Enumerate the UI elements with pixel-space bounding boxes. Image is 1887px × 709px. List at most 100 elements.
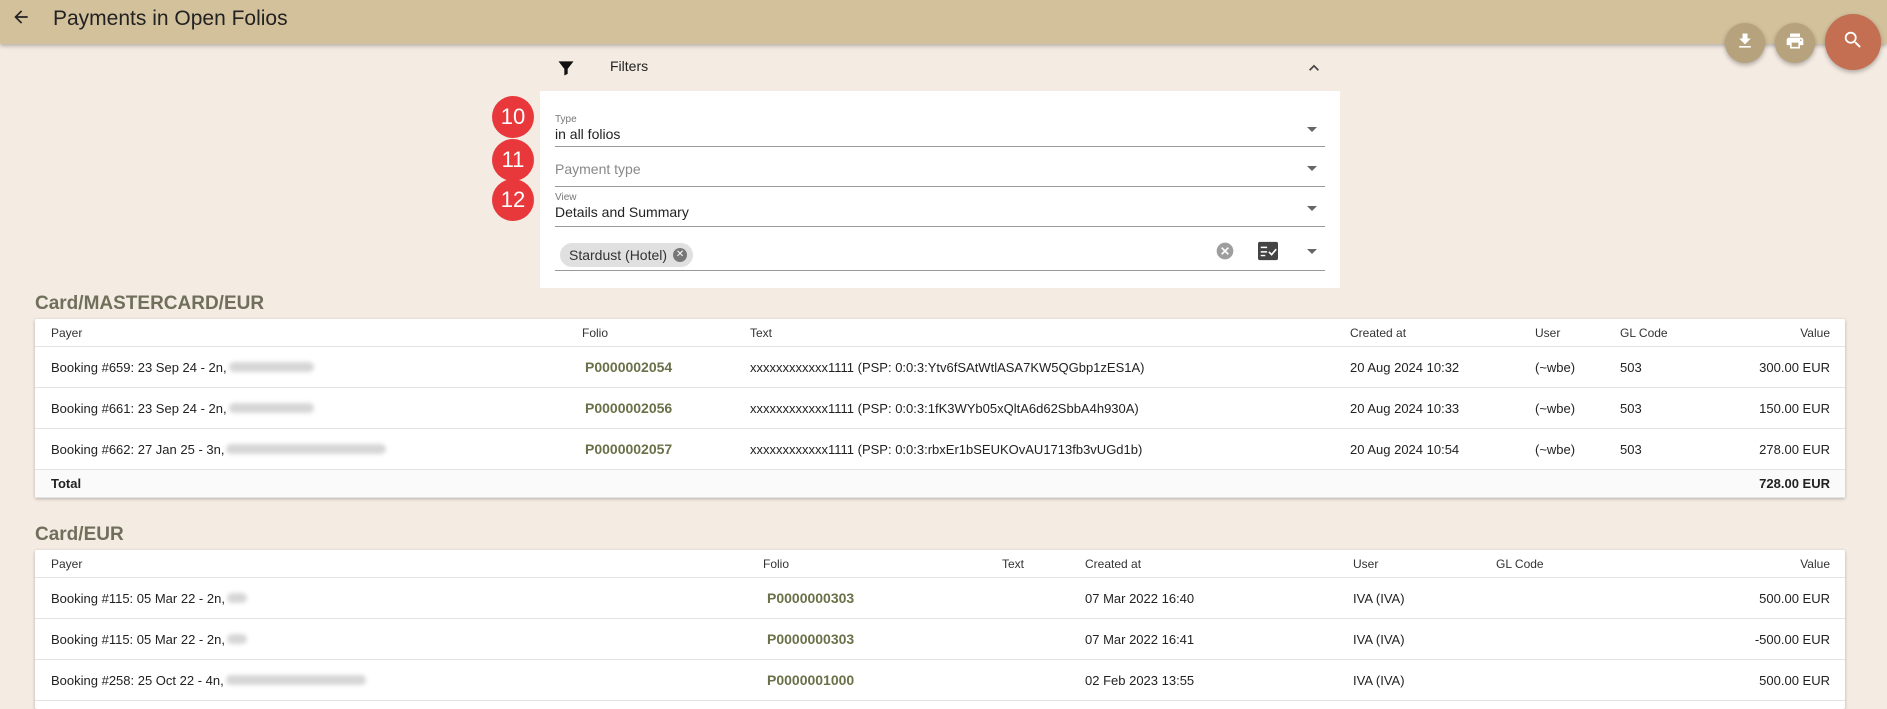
created-cell: 20 Aug 2024 10:32 xyxy=(1350,359,1460,375)
created-cell: 07 Mar 2022 16:41 xyxy=(1085,631,1195,647)
column-header-value[interactable]: Value xyxy=(1800,319,1830,346)
table-row[interactable]: Booking #115: 05 Mar 22 - 2n, P000000030… xyxy=(35,619,1845,660)
text-cell: xxxxxxxxxxxx1111 (PSP: 0:0:3:rbxEr1bSEUK… xyxy=(750,441,1143,457)
created-cell: 20 Aug 2024 10:33 xyxy=(1350,400,1460,416)
folio-link[interactable]: P0000002057 xyxy=(585,441,672,457)
gl-cell: 503 xyxy=(1620,400,1642,416)
total-label: Total xyxy=(51,476,82,491)
text-cell: xxxxxxxxxxxx1111 (PSP: 0:0:3:Ytv6fSAtWtl… xyxy=(750,359,1145,375)
payer-cell: Booking #661: 23 Sep 24 - 2n, xyxy=(51,388,314,428)
filters-header[interactable]: Filters xyxy=(540,50,1340,90)
total-value: 728.00 EUR xyxy=(1759,476,1830,491)
column-header-text[interactable]: Text xyxy=(750,319,772,346)
column-header-user[interactable]: User xyxy=(1535,319,1560,346)
step-badge: 12 xyxy=(492,179,534,221)
payer-cell: Booking #659: 23 Sep 24 - 2n, xyxy=(51,347,314,387)
user-cell: (~wbe) xyxy=(1535,400,1576,416)
payer-cell: Booking #115: 05 Mar 22 - 2n, xyxy=(51,619,247,659)
caret-down-icon xyxy=(1307,166,1317,171)
column-header-gl-code[interactable]: GL Code xyxy=(1496,550,1544,577)
property-chip[interactable]: Stardust (Hotel) ✕ xyxy=(560,243,694,267)
download-icon xyxy=(1735,31,1755,56)
search-icon xyxy=(1842,29,1864,56)
download-button[interactable] xyxy=(1725,23,1765,63)
folio-link[interactable]: P0000000303 xyxy=(767,590,854,606)
value-cell: -500.00 EUR xyxy=(1754,631,1830,647)
folio-link[interactable]: P0000002054 xyxy=(585,359,672,375)
payer-cell: Booking #662: 27 Jan 25 - 3n, xyxy=(51,429,387,469)
table-total-row: Total 728.00 EUR xyxy=(35,470,1845,498)
column-header-gl-code[interactable]: GL Code xyxy=(1620,319,1668,346)
user-cell: (~wbe) xyxy=(1535,359,1576,375)
page-title: Payments in Open Folios xyxy=(53,7,288,30)
table-row[interactable]: Booking #258: 25 Oct 22 - 4n, P000000100… xyxy=(35,660,1845,701)
section-title: Card/MASTERCARD/EUR xyxy=(35,293,265,314)
step-badge: 11 xyxy=(492,139,534,181)
value-cell: 500.00 EUR xyxy=(1759,590,1830,606)
table-header-row: Payer Folio Text Created at User GL Code… xyxy=(35,550,1845,578)
table-header-row: Payer Folio Text Created at User GL Code… xyxy=(35,319,1845,347)
filters-panel: Type in all folios Payment type View Det… xyxy=(540,91,1340,288)
payer-cell: Booking #115: 05 Mar 22 - 2n, xyxy=(51,578,247,618)
payment-type-placeholder: Payment type xyxy=(555,161,641,177)
value-cell: 500.00 EUR xyxy=(1759,672,1830,688)
payment-type-select[interactable]: Payment type xyxy=(555,151,1325,187)
column-header-payer[interactable]: Payer xyxy=(51,550,82,577)
printer-icon xyxy=(1785,31,1805,56)
clear-circle-icon[interactable] xyxy=(1215,241,1235,266)
view-label: View xyxy=(555,192,577,203)
user-cell: IVA (IVA) xyxy=(1353,672,1405,688)
created-cell: 20 Aug 2024 10:54 xyxy=(1350,441,1460,457)
type-label: Type xyxy=(555,114,577,125)
folio-link[interactable]: P0000001000 xyxy=(767,672,854,688)
column-header-value[interactable]: Value xyxy=(1800,550,1830,577)
back-button[interactable] xyxy=(8,6,34,32)
view-select[interactable]: View Details and Summary xyxy=(555,191,1325,227)
column-header-text[interactable]: Text xyxy=(1002,550,1024,577)
column-header-folio[interactable]: Folio xyxy=(582,319,608,346)
property-chip-label: Stardust (Hotel) xyxy=(569,247,668,263)
payments-table: Payer Folio Text Created at User GL Code… xyxy=(35,319,1845,498)
type-value: in all folios xyxy=(555,126,621,142)
caret-down-icon xyxy=(1307,127,1317,132)
column-header-payer[interactable]: Payer xyxy=(51,319,82,346)
app-toolbar: Payments in Open Folios xyxy=(0,0,1887,44)
section-title: Card/EUR xyxy=(35,524,124,545)
chip-remove-icon[interactable]: ✕ xyxy=(673,248,688,262)
created-cell: 02 Feb 2023 13:55 xyxy=(1085,672,1195,688)
folio-link[interactable]: P0000002056 xyxy=(585,400,672,416)
user-cell: IVA (IVA) xyxy=(1353,590,1405,606)
step-badge: 10 xyxy=(492,96,534,138)
created-cell: 07 Mar 2022 16:40 xyxy=(1085,590,1195,606)
user-cell: IVA (IVA) xyxy=(1353,631,1405,647)
caret-down-icon xyxy=(1307,206,1317,211)
filter-funnel-icon xyxy=(556,58,576,83)
arrow-back-icon xyxy=(11,7,31,32)
search-button[interactable] xyxy=(1825,14,1881,70)
column-header-user[interactable]: User xyxy=(1353,550,1378,577)
value-cell: 278.00 EUR xyxy=(1759,441,1830,457)
text-cell: xxxxxxxxxxxx1111 (PSP: 0:0:3:1fK3WYb05xQ… xyxy=(750,400,1139,416)
gl-cell: 503 xyxy=(1620,441,1642,457)
user-cell: (~wbe) xyxy=(1535,441,1576,457)
type-select[interactable]: Type in all folios xyxy=(555,111,1325,147)
table-row[interactable]: Booking #661: 23 Sep 24 - 2n, P000000205… xyxy=(35,388,1845,429)
payments-table: Payer Folio Text Created at User GL Code… xyxy=(35,550,1845,709)
chevron-up-icon[interactable] xyxy=(1304,58,1324,83)
folio-link[interactable]: P0000000303 xyxy=(767,631,854,647)
print-button[interactable] xyxy=(1775,23,1815,63)
payer-cell: Booking #258: 25 Oct 22 - 4n, xyxy=(51,660,366,700)
filters-label: Filters xyxy=(610,58,649,74)
caret-down-icon xyxy=(1307,249,1317,254)
column-header-created[interactable]: Created at xyxy=(1085,550,1141,577)
column-header-created[interactable]: Created at xyxy=(1350,319,1406,346)
value-cell: 300.00 EUR xyxy=(1759,359,1830,375)
table-row[interactable]: Booking #115: 05 Mar 22 - 2n, P000000030… xyxy=(35,578,1845,619)
table-row[interactable]: Booking #662: 27 Jan 25 - 3n, P000000205… xyxy=(35,429,1845,470)
view-value: Details and Summary xyxy=(555,204,689,220)
value-cell: 150.00 EUR xyxy=(1759,400,1830,416)
column-header-folio[interactable]: Folio xyxy=(763,550,789,577)
checklist-icon[interactable] xyxy=(1257,241,1279,266)
gl-cell: 503 xyxy=(1620,359,1642,375)
table-row[interactable]: Booking #659: 23 Sep 24 - 2n, P000000205… xyxy=(35,347,1845,388)
